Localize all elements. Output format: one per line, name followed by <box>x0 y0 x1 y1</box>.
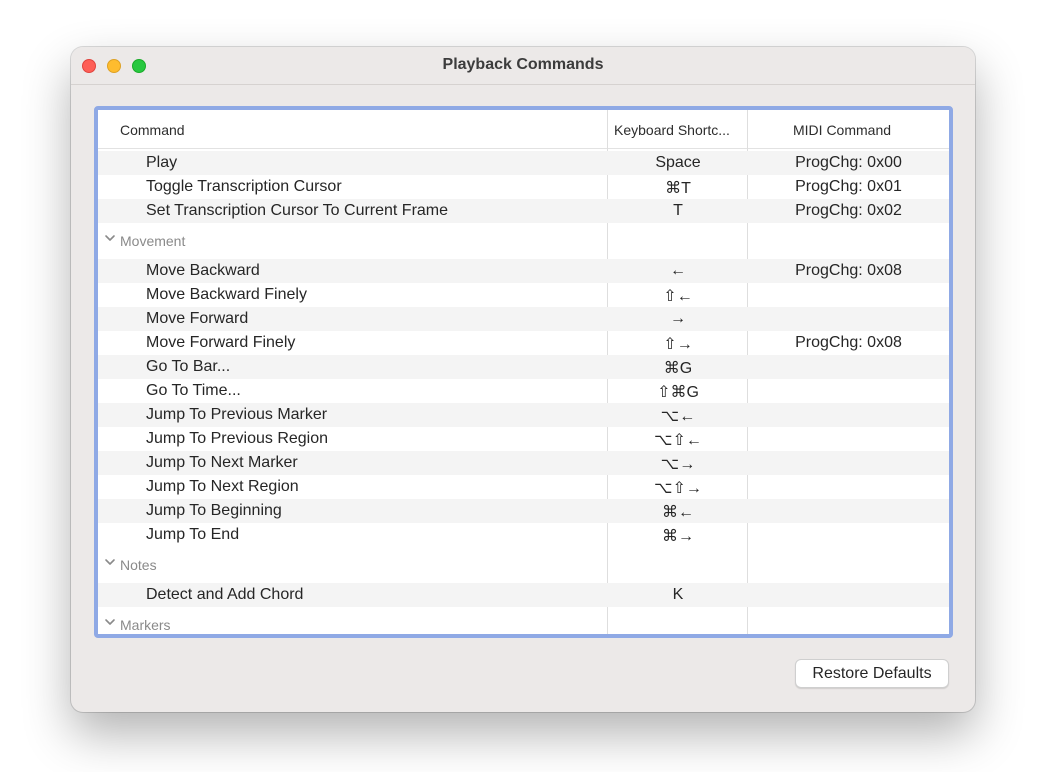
group-row[interactable]: Markers <box>98 607 949 634</box>
command-cell: Move Backward <box>146 262 260 279</box>
playback-commands-window: Playback Commands Command Keyboard Short… <box>71 47 975 712</box>
table-row[interactable]: Play Space ProgChg: 0x00 <box>98 151 949 175</box>
command-cell: Jump To Previous Region <box>146 430 329 447</box>
chevron-down-icon[interactable] <box>104 616 116 628</box>
command-cell: Play <box>146 154 178 171</box>
restore-defaults-button[interactable]: Restore Defaults <box>795 659 949 688</box>
keyboard-shortcut-cell[interactable]: ⇧← <box>608 286 748 306</box>
keyboard-shortcut-cell[interactable]: ⌥⇧← <box>608 430 748 450</box>
keyboard-shortcut-cell[interactable]: ← <box>608 262 748 280</box>
command-cell: Toggle Transcription Cursor <box>146 178 342 195</box>
group-name: Markers <box>120 617 171 633</box>
table-row[interactable]: Jump To Next Marker ⌥→ <box>98 451 949 475</box>
table-row[interactable]: Move Forward → <box>98 307 949 331</box>
keyboard-shortcut-cell[interactable]: → <box>608 310 748 328</box>
midi-command-cell[interactable]: ProgChg: 0x08 <box>748 262 949 280</box>
command-cell: Jump To End <box>146 526 240 543</box>
title-bar[interactable]: Playback Commands <box>71 47 975 85</box>
keyboard-shortcut-cell[interactable]: ⌥→ <box>608 454 748 474</box>
group-row[interactable]: Movement <box>98 223 949 259</box>
keyboard-shortcut-cell[interactable]: T <box>608 202 748 220</box>
chevron-down-icon[interactable] <box>104 556 116 568</box>
column-header-command[interactable]: Command <box>120 122 185 138</box>
table-row[interactable]: Toggle Transcription Cursor ⌘T ProgChg: 0x… <box>98 175 949 199</box>
command-cell: Jump To Beginning <box>146 502 282 519</box>
group-name: Movement <box>120 233 186 249</box>
window-title: Playback Commands <box>442 56 604 73</box>
table-row[interactable]: Jump To Previous Marker ⌥← <box>98 403 949 427</box>
commands-table[interactable]: Command Keyboard Shortc... MIDI Command … <box>94 106 953 638</box>
table-row[interactable]: Jump To Next Region ⌥⇧→ <box>98 475 949 499</box>
command-cell: Detect and Add Chord <box>146 586 304 603</box>
command-cell: Jump To Next Marker <box>146 454 298 471</box>
keyboard-shortcut-cell[interactable]: ⌘T <box>608 178 748 198</box>
keyboard-shortcut-cell[interactable]: ⇧→ <box>608 334 748 354</box>
keyboard-shortcut-cell[interactable]: K <box>608 586 748 604</box>
keyboard-shortcut-cell[interactable]: Space <box>608 154 748 172</box>
table-row[interactable]: Jump To Previous Region ⌥⇧← <box>98 427 949 451</box>
column-header-keyboard-shortcut[interactable]: Keyboard Shortc... <box>614 122 730 138</box>
command-cell: Jump To Next Region <box>146 478 299 495</box>
keyboard-shortcut-cell[interactable]: ⌘G <box>608 358 748 378</box>
group-row[interactable]: Notes <box>98 547 949 583</box>
table-row[interactable]: Detect and Add Chord K <box>98 583 949 607</box>
table-row[interactable]: Jump To End ⌘→ <box>98 523 949 547</box>
midi-command-cell[interactable]: ProgChg: 0x02 <box>748 202 949 220</box>
midi-command-cell[interactable]: ProgChg: 0x08 <box>748 334 949 352</box>
table-header: Command Keyboard Shortc... MIDI Command <box>98 110 949 149</box>
command-cell: Move Forward Finely <box>146 334 296 351</box>
command-cell: Set Transcription Cursor To Current Fram… <box>146 202 449 219</box>
command-cell: Jump To Previous Marker <box>146 406 328 423</box>
command-cell: Move Backward Finely <box>146 286 307 303</box>
command-cell: Move Forward <box>146 310 249 327</box>
midi-command-cell[interactable]: ProgChg: 0x01 <box>748 178 949 196</box>
table-row[interactable]: Move Forward Finely ⇧→ ProgChg: 0x08 <box>98 331 949 355</box>
table-row[interactable]: Set Transcription Cursor To Current Fram… <box>98 199 949 223</box>
keyboard-shortcut-cell[interactable]: ⌥← <box>608 406 748 426</box>
table-row[interactable]: Move Backward Finely ⇧← <box>98 283 949 307</box>
command-cell: Go To Bar... <box>146 358 231 375</box>
midi-command-cell[interactable]: ProgChg: 0x00 <box>748 154 949 172</box>
table-row[interactable]: Jump To Beginning ⌘← <box>98 499 949 523</box>
column-header-midi-command[interactable]: MIDI Command <box>793 122 891 138</box>
keyboard-shortcut-cell[interactable]: ⌘← <box>608 502 748 522</box>
command-cell: Go To Time... <box>146 382 241 399</box>
keyboard-shortcut-cell[interactable]: ⌥⇧→ <box>608 478 748 498</box>
table-row[interactable]: Go To Bar... ⌘G <box>98 355 949 379</box>
chevron-down-icon[interactable] <box>104 232 116 244</box>
table-row[interactable]: Go To Time... ⇧⌘G <box>98 379 949 403</box>
keyboard-shortcut-cell[interactable]: ⇧⌘G <box>608 382 748 402</box>
group-name: Notes <box>120 557 157 573</box>
table-row[interactable]: Move Backward ← ProgChg: 0x08 <box>98 259 949 283</box>
keyboard-shortcut-cell[interactable]: ⌘→ <box>608 526 748 546</box>
